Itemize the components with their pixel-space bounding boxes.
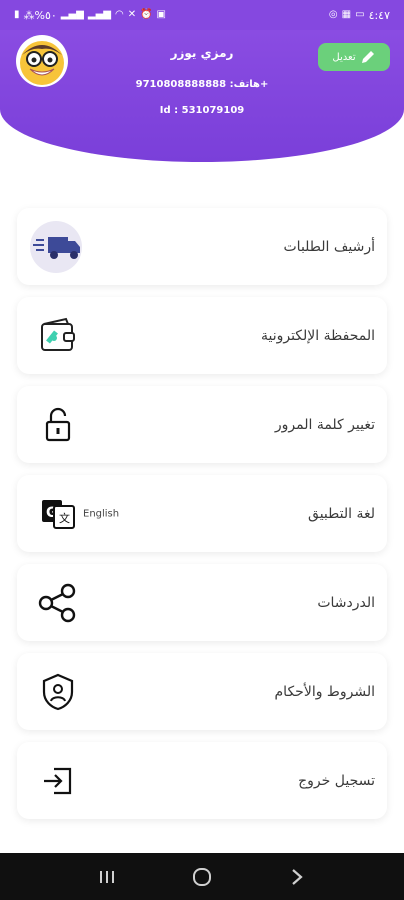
menu-item-terms[interactable]: الشروط والأحكام — [17, 653, 387, 730]
status-right: ◎ ▦ ▭ ٤:٤٧ — [329, 9, 390, 22]
battery-saver-icon: ▮ — [14, 9, 20, 20]
wallet-icon — [28, 309, 88, 363]
translate-icon: G 文 — [28, 487, 88, 541]
menu-label: أرشيف الطلبات — [283, 238, 376, 255]
battery-percent: ⁂%٥٠ — [23, 8, 57, 22]
home-icon — [192, 867, 211, 886]
profile-phone: هاتف: 9710808888888+ — [135, 79, 269, 90]
menu-item-chats[interactable]: الدردشات — [17, 564, 387, 641]
share-icon — [28, 576, 88, 630]
clipboard-icon: ▣ — [156, 9, 166, 20]
wifi-icon: ◠ — [114, 9, 124, 20]
alarm-icon: ⏰ — [140, 9, 153, 20]
chevron-right-icon — [291, 868, 303, 885]
menu-item-orders-archive[interactable]: أرشيف الطلبات — [17, 208, 387, 285]
menu-label: الشروط والأحكام — [274, 683, 375, 700]
profile-header: رمزي يوزر تعديل هاتف: 9710808888888+ Id … — [0, 30, 404, 162]
menu-label: الدردشات — [317, 594, 375, 611]
menu-label: المحفظة الإلكترونية — [260, 327, 375, 344]
screen-icon: ▭ — [355, 9, 365, 20]
shield-user-icon — [28, 665, 88, 719]
menu-label: تسجيل خروج — [298, 772, 375, 789]
system-nav-bar — [0, 853, 404, 900]
menu-item-change-password[interactable]: تغيير كلمة المرور — [17, 386, 387, 463]
recent-apps-button[interactable] — [87, 857, 127, 897]
menu-item-wallet[interactable]: المحفظة الإلكترونية — [17, 297, 387, 374]
truck-icon — [28, 220, 88, 274]
status-left: ▮ ⁂%٥٠ ▂▄▆ ▂▄▆ ◠ ✕ ⏰ ▣ — [14, 9, 166, 22]
home-button[interactable] — [182, 857, 222, 897]
svg-text:文: 文 — [59, 511, 70, 525]
recents-icon — [100, 870, 115, 883]
signal-2-icon: ▂▄▆ — [87, 9, 111, 20]
current-language: English — [83, 508, 120, 519]
menu-label: تغيير كلمة المرور — [274, 416, 375, 433]
menu-item-logout[interactable]: تسجيل خروج — [17, 742, 387, 819]
lock-icon — [28, 398, 88, 452]
pencil-icon — [361, 51, 374, 63]
logout-icon — [28, 754, 88, 808]
gallery-icon: ▦ — [341, 9, 352, 20]
menu-label: لغة التطبيق — [308, 505, 375, 522]
mute-icon: ✕ — [127, 9, 137, 20]
signal-icon: ▂▄▆ — [60, 9, 84, 20]
messenger-icon: ◎ — [328, 9, 338, 20]
profile-id: Id : 531079109 — [159, 105, 245, 116]
menu-item-app-language[interactable]: G 文 English لغة التطبيق — [17, 475, 387, 552]
back-button[interactable] — [277, 857, 317, 897]
edit-profile-button[interactable]: تعديل — [318, 43, 390, 71]
clock: ٤:٤٧ — [368, 8, 390, 22]
status-bar: ▮ ⁂%٥٠ ▂▄▆ ▂▄▆ ◠ ✕ ⏰ ▣ ◎ ▦ ▭ ٤:٤٧ — [0, 0, 404, 30]
edit-label: تعديل — [332, 51, 356, 63]
